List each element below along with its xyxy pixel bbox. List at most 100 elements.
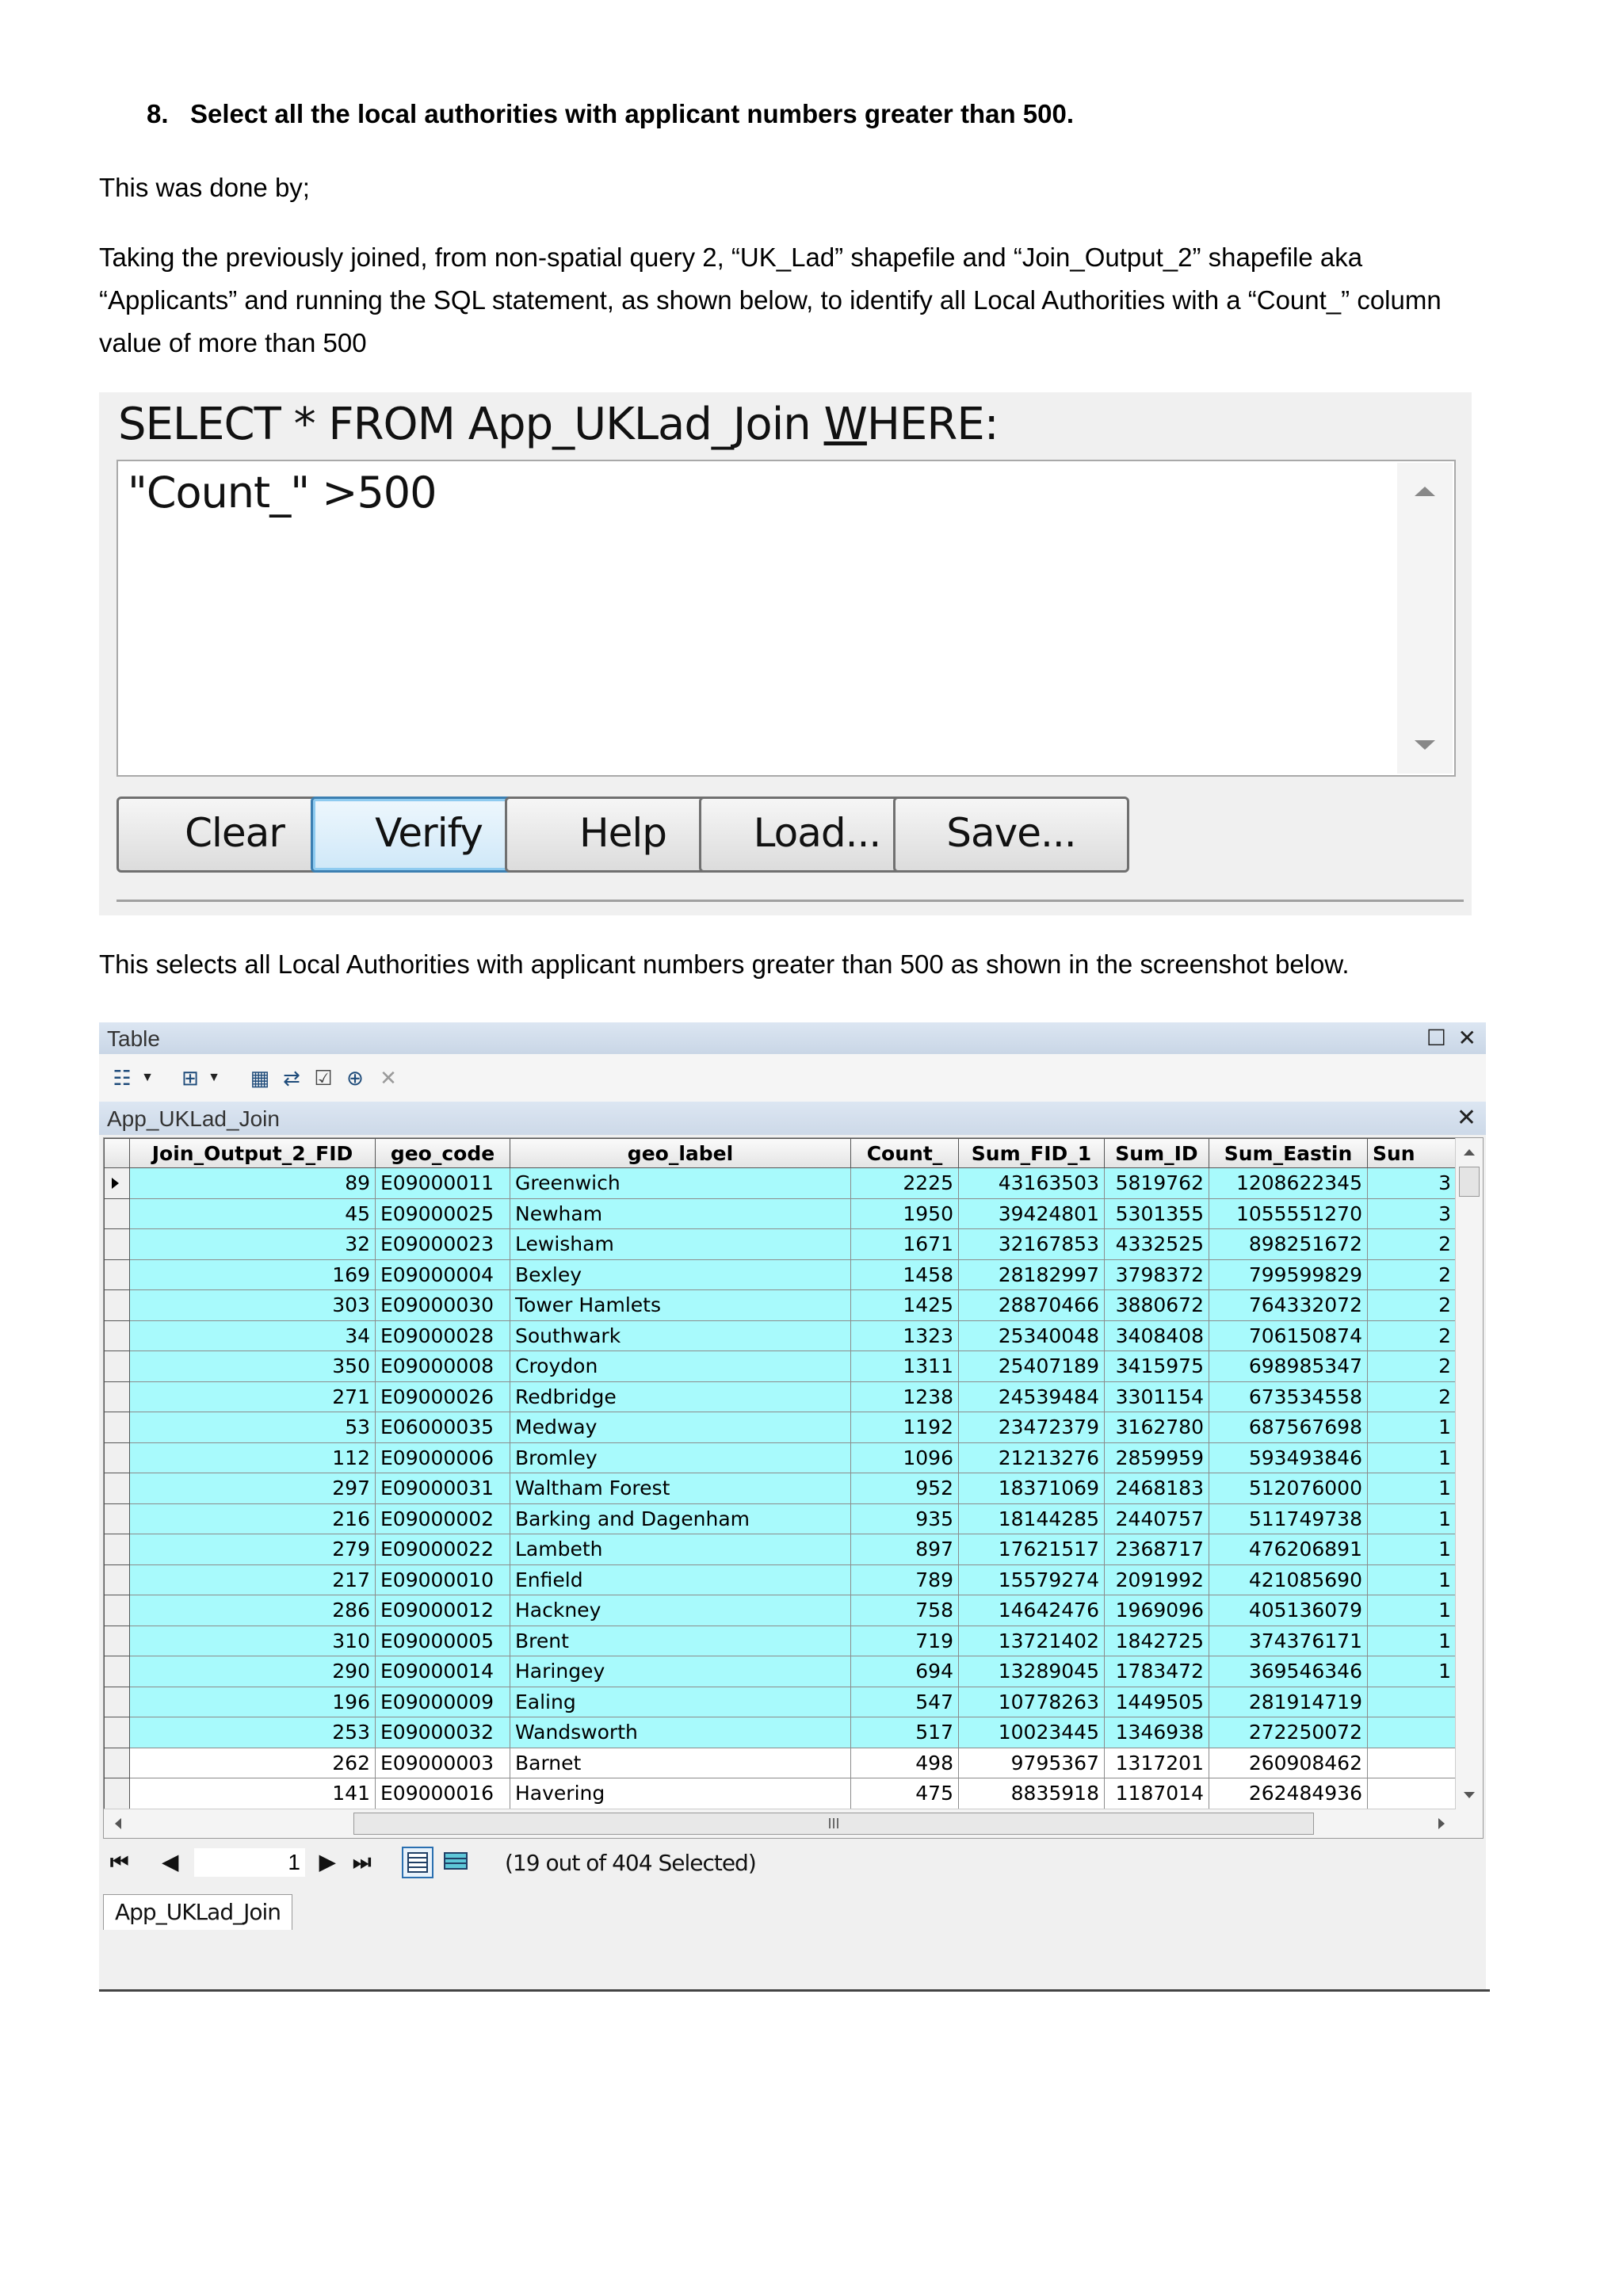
- table-cell-code[interactable]: E09000030: [375, 1289, 510, 1321]
- table-cell-label[interactable]: Bexley: [510, 1259, 851, 1290]
- table-cell-sum-fid[interactable]: 25340048: [958, 1320, 1105, 1351]
- table-cell-sum-east[interactable]: 512076000: [1209, 1473, 1368, 1504]
- row-selector[interactable]: [104, 1289, 130, 1321]
- show-selected-records-icon[interactable]: [441, 1847, 473, 1878]
- table-row[interactable]: 303 E09000030 Tower Hamlets 1425 28870466 388…: [104, 1289, 1457, 1321]
- scroll-up-icon[interactable]: [1464, 1149, 1475, 1156]
- column-header[interactable]: geo_label: [510, 1138, 851, 1168]
- table-row[interactable]: 169 E09000004 Bexley 1458 28182997 3798372 799…: [104, 1259, 1457, 1290]
- table-cell-code[interactable]: E09000003: [375, 1747, 510, 1778]
- related-tables-icon[interactable]: ⊞: [178, 1067, 202, 1089]
- column-header[interactable]: Sun: [1367, 1138, 1457, 1168]
- table-row[interactable]: 89 E09000011 Greenwich 2225 43163503 5819762 1…: [104, 1167, 1457, 1199]
- row-selector[interactable]: [104, 1686, 130, 1717]
- table-cell-count[interactable]: 694: [850, 1656, 959, 1687]
- row-selector[interactable]: [104, 1778, 130, 1809]
- table-cell-label[interactable]: Ealing: [510, 1686, 851, 1717]
- table-cell-code[interactable]: E09000032: [375, 1717, 510, 1748]
- table-cell-fid[interactable]: 141: [129, 1778, 376, 1809]
- table-row[interactable]: 141 E09000016 Havering 475 8835918 1187014 262…: [104, 1778, 1457, 1809]
- table-row[interactable]: 271 E09000026 Redbridge 1238 24539484 3301154…: [104, 1381, 1457, 1412]
- table-cell-fid[interactable]: 32: [129, 1228, 376, 1260]
- table-cell-sun[interactable]: 1: [1367, 1656, 1457, 1687]
- table-cell-sum-fid[interactable]: 39424801: [958, 1198, 1105, 1229]
- show-all-records-icon[interactable]: [402, 1847, 433, 1878]
- column-header[interactable]: geo_code: [375, 1138, 510, 1168]
- table-row[interactable]: 290 E09000014 Haringey 694 13289045 1783472 36…: [104, 1656, 1457, 1687]
- table-cell-count[interactable]: 758: [850, 1595, 959, 1626]
- current-record-input[interactable]: 1: [194, 1848, 305, 1877]
- table-cell-fid[interactable]: 196: [129, 1686, 376, 1717]
- table-row[interactable]: 350 E09000008 Croydon 1311 25407189 3415975 69…: [104, 1350, 1457, 1382]
- table-cell-count[interactable]: 897: [850, 1534, 959, 1565]
- table-cell-count[interactable]: 498: [850, 1747, 959, 1778]
- table-cell-count[interactable]: 935: [850, 1503, 959, 1534]
- table-row[interactable]: 53 E06000035 Medway 1192 23472379 3162780 6875…: [104, 1412, 1457, 1443]
- table-cell-label[interactable]: Southwark: [510, 1320, 851, 1351]
- table-cell-count[interactable]: 475: [850, 1778, 959, 1809]
- switch-selection-icon[interactable]: ⇄: [280, 1067, 304, 1089]
- row-selector[interactable]: [104, 1656, 130, 1687]
- table-cell-code[interactable]: E09000028: [375, 1320, 510, 1351]
- row-selector[interactable]: [104, 1717, 130, 1748]
- table-cell-code[interactable]: E09000008: [375, 1350, 510, 1382]
- table-cell-sum-fid[interactable]: 15579274: [958, 1564, 1105, 1595]
- table-cell-sum-fid[interactable]: 9795367: [958, 1747, 1105, 1778]
- table-cell-code[interactable]: E09000010: [375, 1564, 510, 1595]
- row-selector[interactable]: [104, 1595, 130, 1626]
- zoom-to-selected-icon[interactable]: ⊕: [343, 1067, 367, 1089]
- table-cell-fid[interactable]: 286: [129, 1595, 376, 1626]
- table-row[interactable]: 216 E09000002 Barking and Dagenham 935 18144…: [104, 1503, 1457, 1534]
- table-row[interactable]: 286 E09000012 Hackney 758 14642476 1969096 405…: [104, 1595, 1457, 1626]
- table-cell-sun[interactable]: 1: [1367, 1564, 1457, 1595]
- table-cell-label[interactable]: Haringey: [510, 1656, 851, 1687]
- table-cell-fid[interactable]: 112: [129, 1442, 376, 1473]
- table-cell-sum-id[interactable]: 3798372: [1104, 1259, 1209, 1290]
- table-cell-label[interactable]: Medway: [510, 1412, 851, 1443]
- table-cell-sum-fid[interactable]: 10778263: [958, 1686, 1105, 1717]
- table-cell-sum-id[interactable]: 1449505: [1104, 1686, 1209, 1717]
- close-icon[interactable]: ✕: [1458, 1025, 1476, 1051]
- tab-app-uklad-join[interactable]: App_UKLad_Join: [103, 1894, 293, 1930]
- table-cell-count[interactable]: 547: [850, 1686, 959, 1717]
- table-cell-label[interactable]: Newham: [510, 1198, 851, 1229]
- table-cell-label[interactable]: Barnet: [510, 1747, 851, 1778]
- scroll-thumb[interactable]: [1459, 1167, 1480, 1197]
- clear-selection-icon[interactable]: ☑: [311, 1067, 335, 1089]
- scroll-left-icon[interactable]: [115, 1818, 121, 1829]
- table-cell-sum-east[interactable]: 421085690: [1209, 1564, 1368, 1595]
- table-cell-fid[interactable]: 350: [129, 1350, 376, 1382]
- table-cell-sum-fid[interactable]: 32167853: [958, 1228, 1105, 1260]
- table-cell-fid[interactable]: 271: [129, 1381, 376, 1412]
- scroll-right-icon[interactable]: [1438, 1818, 1445, 1829]
- table-cell-code[interactable]: E09000014: [375, 1656, 510, 1687]
- table-cell-label[interactable]: Redbridge: [510, 1381, 851, 1412]
- table-cell-code[interactable]: E09000004: [375, 1259, 510, 1290]
- table-row[interactable]: 217 E09000010 Enfield 789 15579274 2091992 421…: [104, 1564, 1457, 1595]
- table-cell-sum-id[interactable]: 2468183: [1104, 1473, 1209, 1504]
- table-cell-code[interactable]: E09000023: [375, 1228, 510, 1260]
- table-cell-code[interactable]: E09000025: [375, 1198, 510, 1229]
- table-cell-sun[interactable]: 2: [1367, 1381, 1457, 1412]
- sql-scrollbar[interactable]: [1397, 463, 1453, 774]
- table-cell-sum-east[interactable]: 799599829: [1209, 1259, 1368, 1290]
- row-selector[interactable]: [104, 1228, 130, 1260]
- table-cell-code[interactable]: E09000006: [375, 1442, 510, 1473]
- horizontal-scrollbar[interactable]: III: [104, 1809, 1456, 1838]
- row-selector[interactable]: [104, 1747, 130, 1778]
- table-cell-sum-east[interactable]: 1055551270: [1209, 1198, 1368, 1229]
- table-cell-sum-id[interactable]: 3301154: [1104, 1381, 1209, 1412]
- table-cell-sum-east[interactable]: 1208622345: [1209, 1167, 1368, 1199]
- table-cell-sum-fid[interactable]: 13289045: [958, 1656, 1105, 1687]
- table-cell-sum-id[interactable]: 1187014: [1104, 1778, 1209, 1809]
- table-options-icon[interactable]: ☷: [110, 1067, 134, 1089]
- table-cell-sum-fid[interactable]: 25407189: [958, 1350, 1105, 1382]
- table-cell-sum-fid[interactable]: 18144285: [958, 1503, 1105, 1534]
- table-cell-count[interactable]: 952: [850, 1473, 959, 1504]
- column-header[interactable]: Join_Output_2_FID: [129, 1138, 376, 1168]
- table-cell-code[interactable]: E09000002: [375, 1503, 510, 1534]
- table-cell-fid[interactable]: 169: [129, 1259, 376, 1290]
- last-record-icon[interactable]: ⏭: [353, 1850, 371, 1875]
- table-cell-label[interactable]: Tower Hamlets: [510, 1289, 851, 1321]
- table-row[interactable]: 253 E09000032 Wandsworth 517 10023445 1346938…: [104, 1717, 1457, 1748]
